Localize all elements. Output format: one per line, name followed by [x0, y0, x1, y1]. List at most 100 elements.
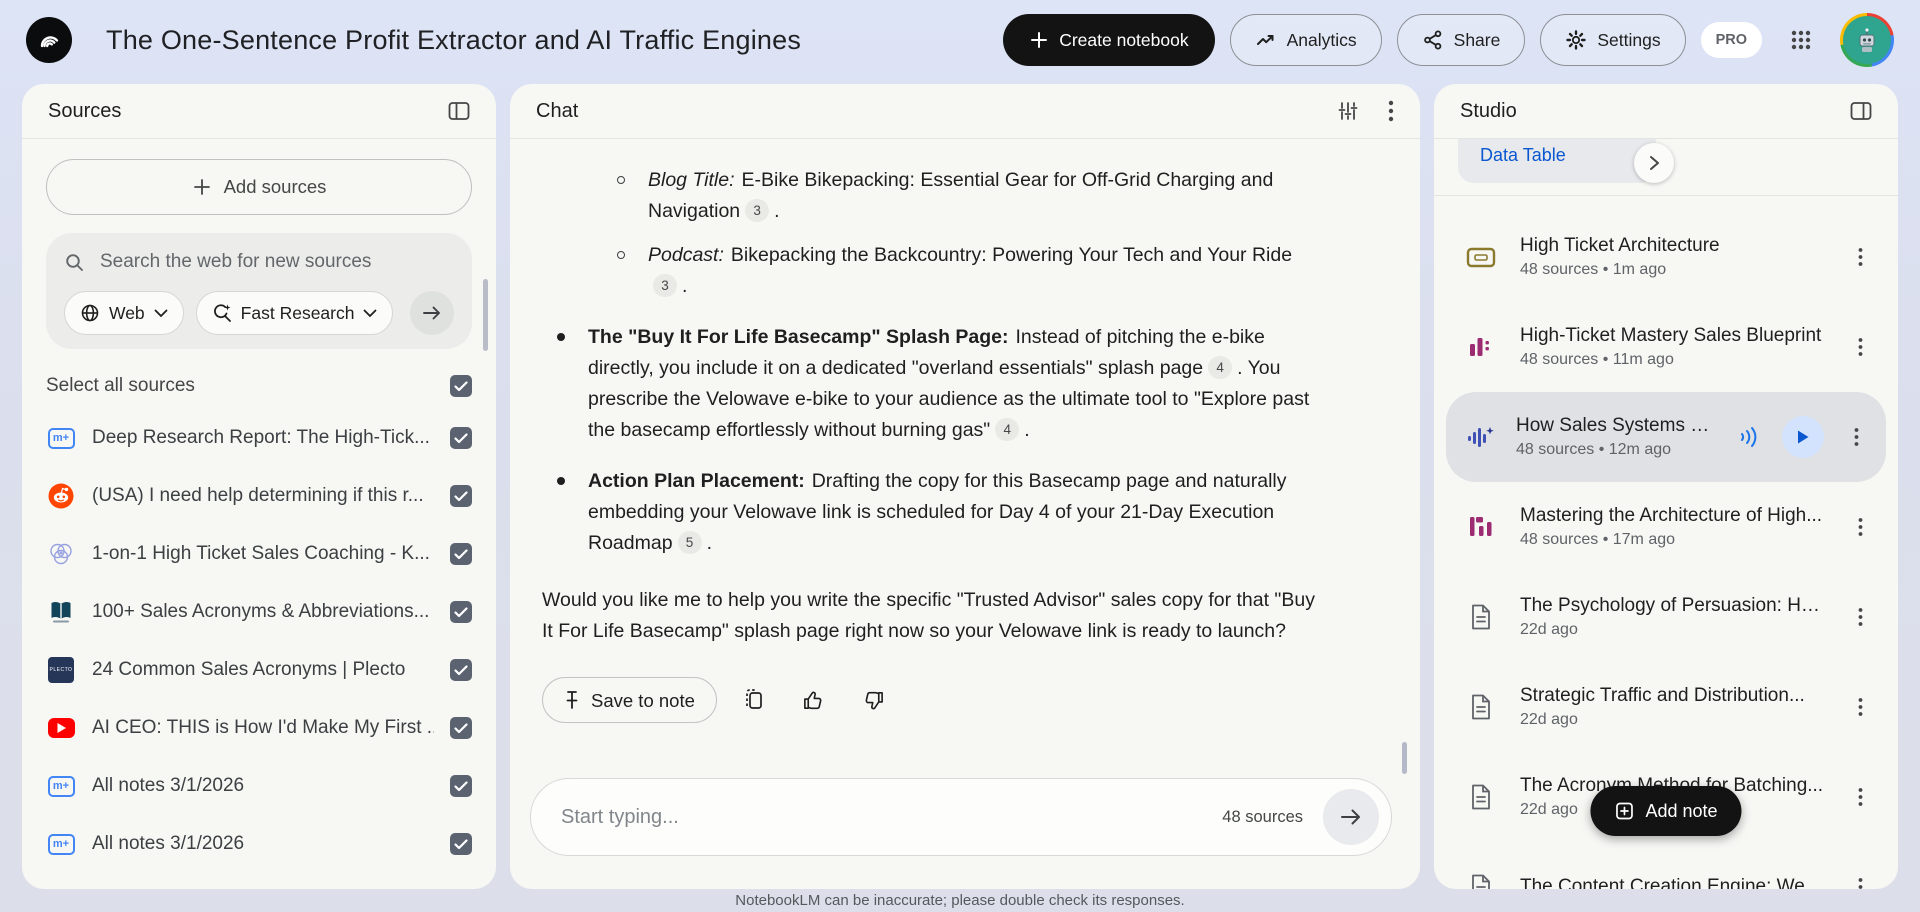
interactive-audio-icon[interactable]: [1732, 419, 1768, 455]
web-search-card: Search the web for new sources Web: [46, 233, 472, 349]
chat-input-bar: Start typing... 48 sources: [530, 778, 1392, 856]
play-audio-button[interactable]: [1782, 416, 1824, 458]
select-all-checkbox[interactable]: [450, 375, 472, 397]
source-row[interactable]: All notes 3/1/2026: [46, 815, 472, 873]
source-row[interactable]: All notes 3/1/2026: [46, 757, 472, 815]
document-icon: [1460, 783, 1502, 811]
citation-chip[interactable]: 3: [745, 199, 769, 222]
book-icon: [46, 599, 76, 625]
note-add-icon: [1614, 801, 1634, 821]
add-note-button[interactable]: Add note: [1590, 786, 1741, 836]
source-checkbox[interactable]: [450, 833, 472, 855]
studio-item[interactable]: High Ticket Architecture 48 sources • 1m…: [1434, 212, 1898, 302]
share-icon: [1422, 29, 1444, 51]
item-more-menu-icon[interactable]: [1842, 239, 1878, 275]
account-avatar[interactable]: [1840, 13, 1894, 67]
youtube-icon: [48, 718, 75, 738]
arrow-right-icon: [1339, 807, 1363, 827]
source-row[interactable]: Deep Research Report: The High-Tick...: [46, 409, 472, 467]
studio-item[interactable]: High-Ticket Mastery Sales Blueprint 48 s…: [1434, 302, 1898, 392]
notebooklm-logo-icon[interactable]: [26, 17, 72, 63]
carousel-next-button[interactable]: [1634, 143, 1674, 183]
data-table-chip[interactable]: Data Table: [1458, 139, 1656, 183]
source-row[interactable]: 1-on-1 High Ticket Sales Coaching - K...: [46, 525, 472, 583]
studio-item-title: Mastering the Architecture of High...: [1520, 505, 1824, 527]
collapse-panel-icon[interactable]: [448, 101, 470, 121]
source-title: All notes 3/1/2026: [92, 833, 434, 855]
search-submit-button[interactable]: [410, 291, 454, 335]
chevron-down-icon: [363, 309, 377, 318]
notebook-note-icon: [48, 776, 75, 797]
pin-icon: [564, 690, 580, 710]
studio-item[interactable]: The Psychology of Persuasion: Hig... 22d…: [1434, 572, 1898, 662]
source-checkbox[interactable]: [450, 775, 472, 797]
notebook-title[interactable]: The One-Sentence Profit Extractor and AI…: [106, 25, 801, 56]
source-row[interactable]: (USA) I need help determining if this r.…: [46, 467, 472, 525]
source-checkbox[interactable]: [450, 717, 472, 739]
item-more-menu-icon[interactable]: [1842, 599, 1878, 635]
item-more-menu-icon[interactable]: [1842, 329, 1878, 365]
studio-item-selected[interactable]: How Sales Systems Map... 48 sources • 12…: [1446, 392, 1886, 482]
send-message-button[interactable]: [1323, 789, 1379, 845]
chart-flag-icon: [1460, 514, 1502, 540]
chat-panel-title: Chat: [536, 100, 578, 123]
research-mode-dropdown[interactable]: Fast Research: [196, 291, 394, 335]
add-sources-button[interactable]: Add sources: [46, 159, 472, 215]
studio-item[interactable]: The Content Creation Engine: Wee...: [1434, 842, 1898, 889]
settings-button[interactable]: Settings: [1540, 14, 1685, 66]
source-checkbox[interactable]: [450, 601, 472, 623]
copy-icon[interactable]: [731, 677, 777, 723]
citation-chip[interactable]: 5: [678, 531, 702, 554]
item-more-menu-icon[interactable]: [1838, 419, 1874, 455]
citation-chip[interactable]: 4: [995, 418, 1019, 441]
item-more-menu-icon[interactable]: [1842, 869, 1878, 889]
source-checkbox[interactable]: [450, 427, 472, 449]
create-notebook-button[interactable]: Create notebook: [1003, 14, 1214, 66]
studio-item-meta: 22d ago: [1520, 621, 1824, 639]
item-more-menu-icon[interactable]: [1842, 689, 1878, 725]
studio-item[interactable]: Strategic Traffic and Distribution... 22…: [1434, 662, 1898, 752]
studio-item[interactable]: Mastering the Architecture of High... 48…: [1434, 482, 1898, 572]
expand-panel-icon[interactable]: [1850, 101, 1872, 121]
thumbs-up-icon[interactable]: [791, 677, 837, 723]
sources-scrollbar[interactable]: [483, 279, 488, 351]
studio-item-title: How Sales Systems Map...: [1516, 415, 1718, 437]
source-checkbox[interactable]: [450, 543, 472, 565]
item-more-menu-icon[interactable]: [1842, 509, 1878, 545]
citation-chip[interactable]: 4: [1208, 356, 1232, 379]
disclaimer-text: NotebookLM can be inaccurate; please dou…: [0, 892, 1920, 909]
item-more-menu-icon[interactable]: [1842, 779, 1878, 815]
thumbs-down-icon[interactable]: [851, 677, 897, 723]
source-checkbox[interactable]: [450, 659, 472, 681]
chat-settings-icon[interactable]: [1336, 100, 1358, 122]
sources-panel: Sources Add sources Search the web for n…: [22, 84, 496, 889]
source-checkbox[interactable]: [450, 485, 472, 507]
trending-up-icon: [1255, 29, 1277, 51]
chat-scrollbar[interactable]: [1402, 742, 1407, 774]
chat-input[interactable]: Start typing...: [561, 806, 679, 829]
globe-icon: [80, 303, 100, 323]
share-button[interactable]: Share: [1397, 14, 1526, 66]
plus-icon: [192, 177, 212, 197]
citation-chip[interactable]: 3: [653, 274, 677, 297]
apps-grid-button[interactable]: [1777, 16, 1825, 64]
studio-item-meta: 48 sources • 11m ago: [1520, 351, 1824, 369]
chat-more-menu-icon[interactable]: [1388, 99, 1394, 123]
studio-item-meta: 48 sources • 17m ago: [1520, 531, 1824, 549]
analytics-button[interactable]: Analytics: [1230, 14, 1382, 66]
source-title: 1-on-1 High Ticket Sales Coaching - K...: [92, 543, 434, 565]
sparkle-search-icon: [212, 303, 232, 323]
studio-item-title: Strategic Traffic and Distribution...: [1520, 685, 1824, 707]
studio-item-title: High-Ticket Mastery Sales Blueprint: [1520, 325, 1824, 347]
save-to-note-button[interactable]: Save to note: [542, 677, 717, 723]
web-source-dropdown[interactable]: Web: [64, 291, 184, 335]
source-row[interactable]: AI CEO: THIS is How I'd Make My First ..…: [46, 699, 472, 757]
studio-item-title: The Psychology of Persuasion: Hig...: [1520, 595, 1824, 617]
source-row[interactable]: 100+ Sales Acronyms & Abbreviations...: [46, 583, 472, 641]
source-row[interactable]: 24 Common Sales Acronyms | Plecto: [46, 641, 472, 699]
top-bar: The One-Sentence Profit Extractor and AI…: [0, 0, 1920, 80]
source-title: 100+ Sales Acronyms & Abbreviations...: [92, 601, 434, 623]
studio-item-meta: 48 sources • 12m ago: [1516, 441, 1718, 459]
chat-sub-bullet: Blog Title:E-Bike Bikepacking: Essential…: [610, 165, 1326, 227]
search-input[interactable]: Search the web for new sources: [100, 251, 371, 273]
